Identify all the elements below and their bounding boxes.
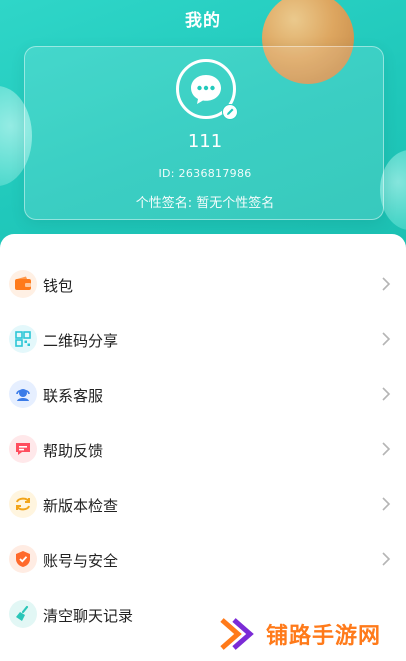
update-icon [9,490,37,518]
watermark-text: 铺路手游网 [266,624,382,649]
menu-label: 新版本检查 [43,497,119,515]
settings-menu: 钱包 二维码分享 联系客服 帮助反馈 新版本检查 账号与安全 清空聊天记录 [0,234,406,661]
menu-item-qrcode-share[interactable]: 二维码分享 [0,315,406,365]
wallet-icon [9,270,37,298]
menu-item-help-feedback[interactable]: 帮助反馈 [0,425,406,475]
chat-bubble-icon [191,75,221,104]
chevron-right-icon [382,387,391,401]
user-id: ID: 2636817986 [158,167,252,180]
signature[interactable]: 个性签名: 暂无个性签名 [25,192,385,211]
profile-card[interactable]: 111 ID: 2636817986 个性签名: 暂无个性签名 [24,46,384,220]
feedback-icon [9,435,37,463]
menu-item-account-security[interactable]: 账号与安全 [0,535,406,585]
customer-service-icon [9,380,37,408]
username: 111 [187,131,223,152]
menu-label: 帮助反馈 [43,442,104,460]
shield-icon [9,545,37,573]
avatar[interactable] [176,59,238,120]
menu-item-customer-service[interactable]: 联系客服 [0,370,406,420]
chevron-right-icon [382,442,391,456]
double-chevron-logo-icon [220,618,254,650]
page-title: 我的 [185,11,221,31]
watermark: 铺路手游网 [218,612,398,656]
menu-label: 联系客服 [43,387,104,405]
profile-header: 我的 111 ID: 2636817986 个性签名: 暂无个性签名 [0,0,406,250]
menu-item-version-check[interactable]: 新版本检查 [0,480,406,530]
menu-label: 二维码分享 [43,332,119,350]
chevron-right-icon [382,497,391,511]
chevron-right-icon [382,332,391,346]
chevron-right-icon [382,277,391,291]
menu-label: 钱包 [43,277,74,295]
menu-label: 账号与安全 [43,552,119,570]
edit-pencil-icon[interactable] [222,104,238,120]
broom-icon [9,600,37,628]
chevron-right-icon [382,552,391,566]
menu-item-wallet[interactable]: 钱包 [0,260,406,310]
qrcode-icon [9,325,37,353]
menu-label: 清空聊天记录 [43,607,134,625]
